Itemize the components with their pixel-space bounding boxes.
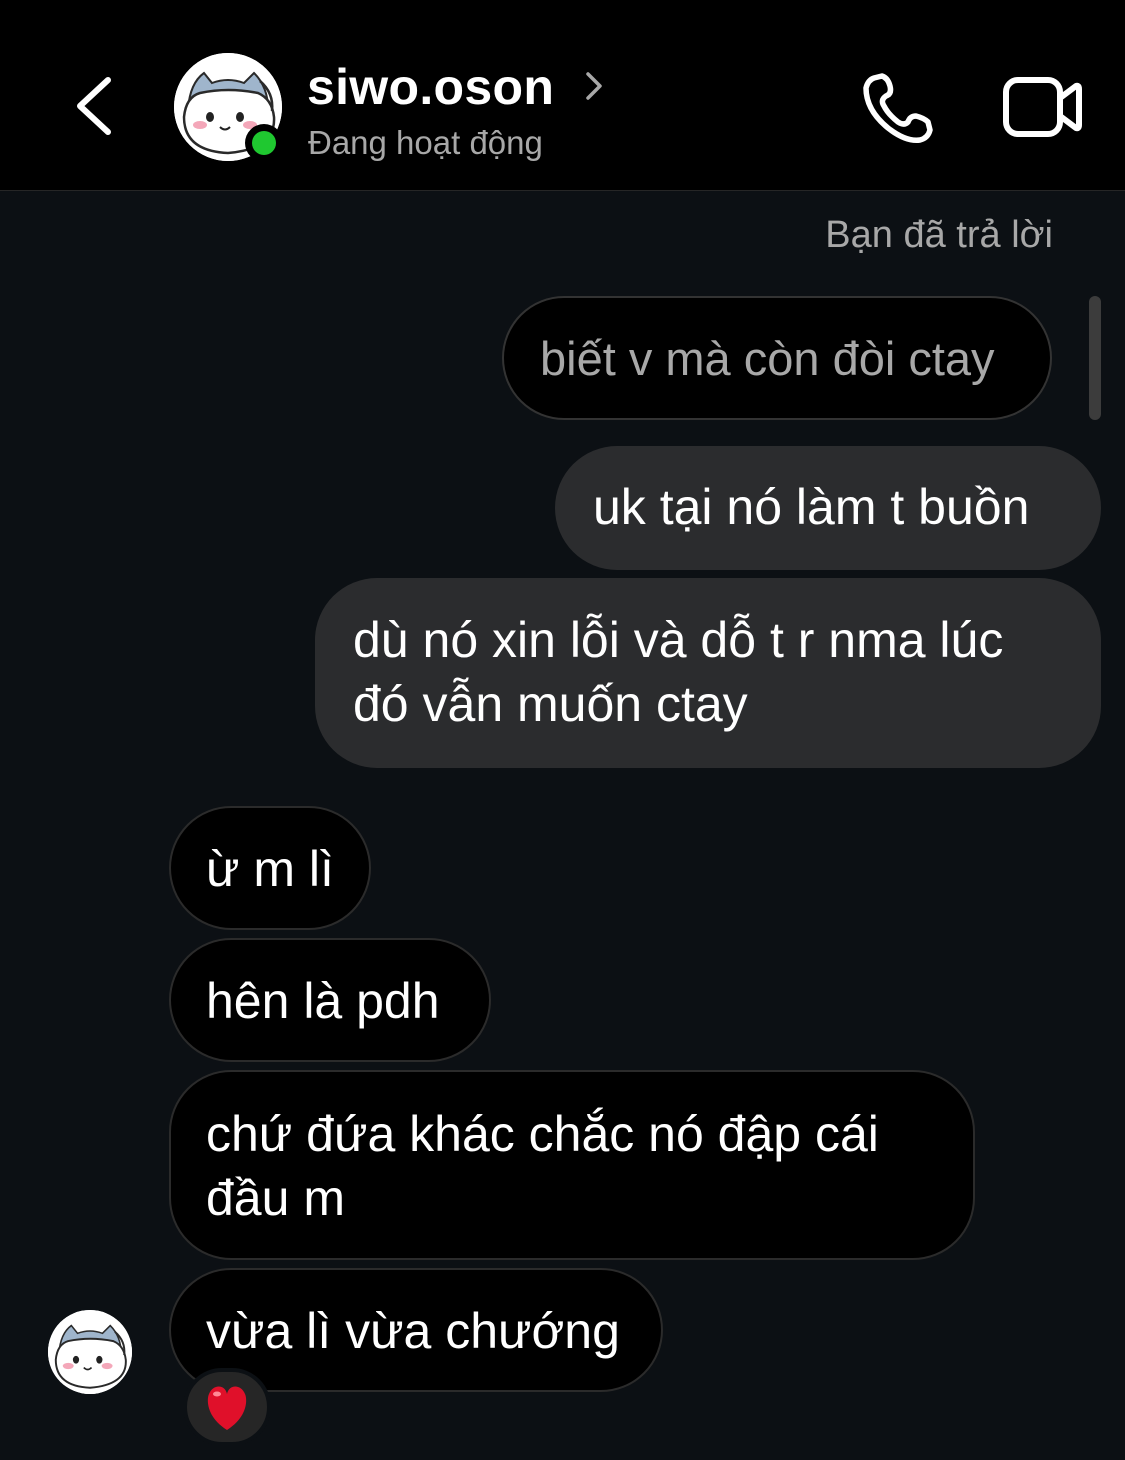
message-text: vừa lì vừa chướng <box>206 1303 620 1359</box>
message-text: đầu m <box>206 1170 345 1226</box>
video-camera-icon <box>1003 77 1082 137</box>
audio-call-button[interactable] <box>858 68 938 148</box>
online-status-dot <box>245 124 283 162</box>
username[interactable]: siwo.oson <box>307 58 554 116</box>
phone-icon <box>863 73 933 143</box>
incoming-message[interactable]: hên là pdh <box>169 938 491 1062</box>
message-text: uk tại nó làm t buồn <box>593 479 1030 535</box>
reply-note: Bạn đã trả lời <box>825 214 1053 256</box>
active-status: Đang hoạt động <box>308 124 543 161</box>
sender-avatar[interactable] <box>48 1310 132 1394</box>
scrollbar[interactable] <box>1089 296 1101 420</box>
cat-avatar-icon <box>48 1310 132 1394</box>
message-text: chứ đứa khác chắc nó đập cái <box>206 1106 879 1162</box>
heart-reaction[interactable] <box>183 1368 271 1446</box>
message-text: ừ m lì <box>206 841 334 897</box>
heart-icon <box>207 1386 247 1430</box>
message-text: đó vẫn muốn ctay <box>353 676 748 732</box>
chevron-left-icon <box>77 77 111 135</box>
incoming-message[interactable]: chứ đứa khác chắc nó đập cái đầu m <box>169 1070 975 1260</box>
incoming-message[interactable]: ừ m lì <box>169 806 371 930</box>
outgoing-message[interactable]: uk tại nó làm t buồn <box>555 446 1101 570</box>
replied-message-text: biết v mà còn đòi ctay <box>540 332 995 385</box>
back-button[interactable] <box>62 66 132 146</box>
chevron-right-icon[interactable] <box>580 68 608 104</box>
video-call-button[interactable] <box>1000 72 1084 142</box>
message-text: hên là pdh <box>206 973 440 1029</box>
replied-message-bubble[interactable]: biết v mà còn đòi ctay <box>502 296 1052 420</box>
chat-header: siwo.oson Đang hoạt động <box>0 0 1125 191</box>
outgoing-message[interactable]: dù nó xin lỗi và dỗ t r nma lúc đó vẫn m… <box>315 578 1101 768</box>
message-text: dù nó xin lỗi và dỗ t r nma lúc <box>353 612 1004 668</box>
